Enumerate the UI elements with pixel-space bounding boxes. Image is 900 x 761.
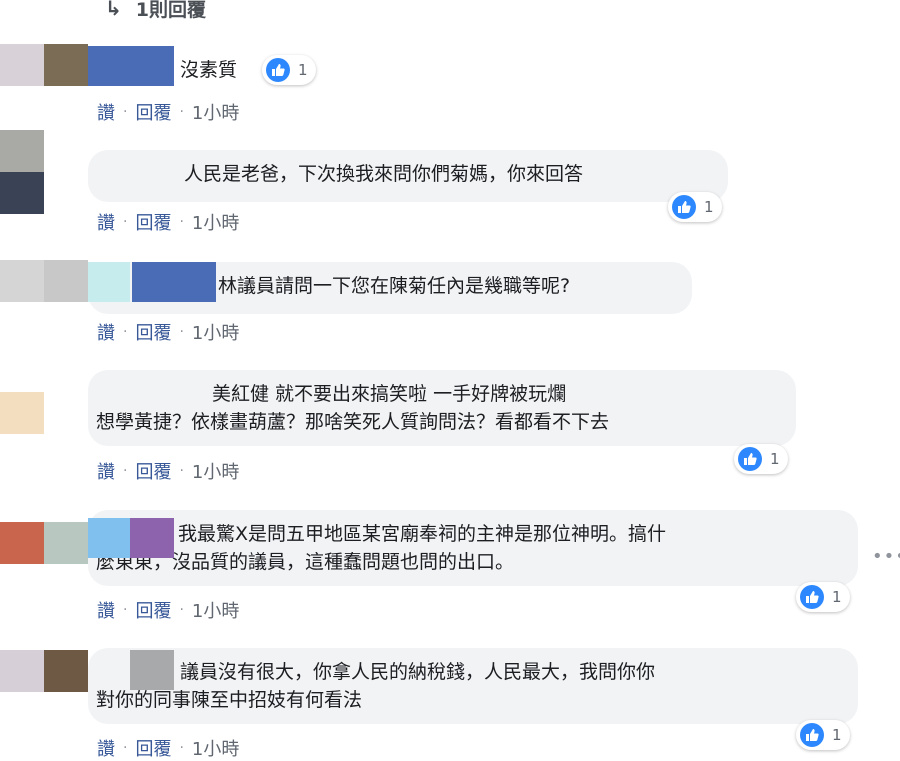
- comment-bubble: 美紅健 就不要出來搞笑啦 一手好牌被玩爛 想學黃捷？依樣畫葫蘆？那啥笑死人質詢問…: [88, 370, 796, 446]
- like-button[interactable]: 讚: [97, 597, 115, 623]
- separator: ·: [123, 324, 128, 340]
- blurred-avatar: [88, 262, 130, 302]
- commenter-avatar[interactable]: [0, 130, 44, 214]
- timestamp[interactable]: 1小時: [192, 209, 239, 235]
- like-icon: [738, 447, 762, 471]
- commenter-avatar[interactable]: [0, 392, 44, 434]
- comment-text-line: 想學黃捷？依樣畫葫蘆？那啥笑死人質詢問法？看都看不下去: [96, 411, 610, 433]
- separator: ·: [123, 214, 128, 230]
- separator: ·: [123, 463, 128, 479]
- separator: ·: [179, 324, 184, 340]
- separator: ·: [179, 104, 184, 120]
- blurred-name: [132, 262, 216, 302]
- reaction-count: 1: [770, 450, 780, 468]
- comment-text-line: 我最驚X是問五甲地區某宮廟奉祠的主神是那位神明。搞什: [178, 523, 667, 545]
- like-icon: [266, 58, 290, 82]
- comment-text-line: 議員沒有很大，你拿人民的納稅錢，人民最大，我問你你: [180, 661, 656, 683]
- like-icon: [800, 585, 824, 609]
- timestamp[interactable]: 1小時: [192, 458, 239, 484]
- reply-button[interactable]: 回覆: [135, 597, 171, 623]
- timestamp[interactable]: 1小時: [192, 319, 239, 345]
- comment-actions: 讚 · 回覆 · 1小時: [97, 319, 239, 345]
- reaction-badge[interactable]: 1: [668, 192, 722, 222]
- like-button[interactable]: 讚: [97, 735, 115, 761]
- view-replies-label: 1則回覆: [135, 0, 206, 21]
- reaction-count: 1: [704, 198, 714, 216]
- comment-text-line: 美紅健 就不要出來搞笑啦 一手好牌被玩爛: [212, 383, 567, 405]
- reaction-count: 1: [832, 726, 842, 744]
- reaction-badge[interactable]: 1: [796, 582, 850, 612]
- comment-text-line: 對你的同事陳至中招妓有何看法: [96, 689, 363, 711]
- comment-actions: 讚 · 回覆 · 1小時: [97, 99, 239, 125]
- reaction-count: 1: [298, 61, 308, 79]
- comment-actions: 讚 · 回覆 · 1小時: [97, 735, 239, 761]
- view-replies-link[interactable]: ↳ 1則回覆: [105, 0, 206, 22]
- commenter-avatar[interactable]: [0, 650, 88, 692]
- comment-actions: 讚 · 回覆 · 1小時: [97, 209, 239, 235]
- like-button[interactable]: 讚: [97, 319, 115, 345]
- more-options-icon[interactable]: •••: [872, 546, 900, 567]
- separator: ·: [179, 740, 184, 756]
- separator: ·: [179, 463, 184, 479]
- separator: ·: [179, 602, 184, 618]
- timestamp[interactable]: 1小時: [192, 99, 239, 125]
- reply-button[interactable]: 回覆: [135, 458, 171, 484]
- like-button[interactable]: 讚: [97, 99, 115, 125]
- comment-text-line: 麼東東，沒品質的議員，這種蠢問題也問的出口。: [96, 551, 515, 573]
- commenter-avatar[interactable]: [0, 44, 88, 86]
- separator: ·: [179, 214, 184, 230]
- like-icon: [672, 195, 696, 219]
- timestamp[interactable]: 1小時: [192, 597, 239, 623]
- reply-button[interactable]: 回覆: [135, 209, 171, 235]
- blurred-avatar: [130, 518, 174, 558]
- reaction-badge[interactable]: 1: [734, 444, 788, 474]
- reply-button[interactable]: 回覆: [135, 319, 171, 345]
- reply-button[interactable]: 回覆: [135, 99, 171, 125]
- reaction-badge[interactable]: 1: [796, 720, 850, 750]
- comment-bubble: 議員沒有很大，你拿人民的納稅錢，人民最大，我問你你 對你的同事陳至中招妓有何看法: [88, 648, 858, 724]
- reply-arrow-icon: ↳: [105, 0, 122, 20]
- separator: ·: [123, 602, 128, 618]
- comment-text: 人民是老爸，下次換我來問你們菊媽，你來回答: [184, 163, 584, 185]
- comment-text: 林議員請問一下您在陳菊任內是幾職等呢?: [218, 275, 571, 297]
- reply-button[interactable]: 回覆: [135, 735, 171, 761]
- like-button[interactable]: 讚: [97, 209, 115, 235]
- separator: ·: [123, 740, 128, 756]
- reaction-count: 1: [832, 588, 842, 606]
- blurred-avatar: [88, 518, 130, 558]
- timestamp[interactable]: 1小時: [192, 735, 239, 761]
- like-icon: [800, 723, 824, 747]
- comment-actions: 讚 · 回覆 · 1小時: [97, 458, 239, 484]
- like-button[interactable]: 讚: [97, 458, 115, 484]
- separator: ·: [123, 104, 128, 120]
- blurred-avatar: [130, 650, 174, 690]
- commenter-avatar[interactable]: [0, 522, 88, 564]
- reaction-badge[interactable]: 1: [262, 55, 316, 85]
- comment-bubble: 人民是老爸，下次換我來問你們菊媽，你來回答: [88, 150, 728, 202]
- commenter-avatar[interactable]: [0, 260, 88, 302]
- comment-bubble: 我最驚X是問五甲地區某宮廟奉祠的主神是那位神明。搞什 麼東東，沒品質的議員，這種…: [88, 510, 858, 586]
- comment-actions: 讚 · 回覆 · 1小時: [97, 597, 239, 623]
